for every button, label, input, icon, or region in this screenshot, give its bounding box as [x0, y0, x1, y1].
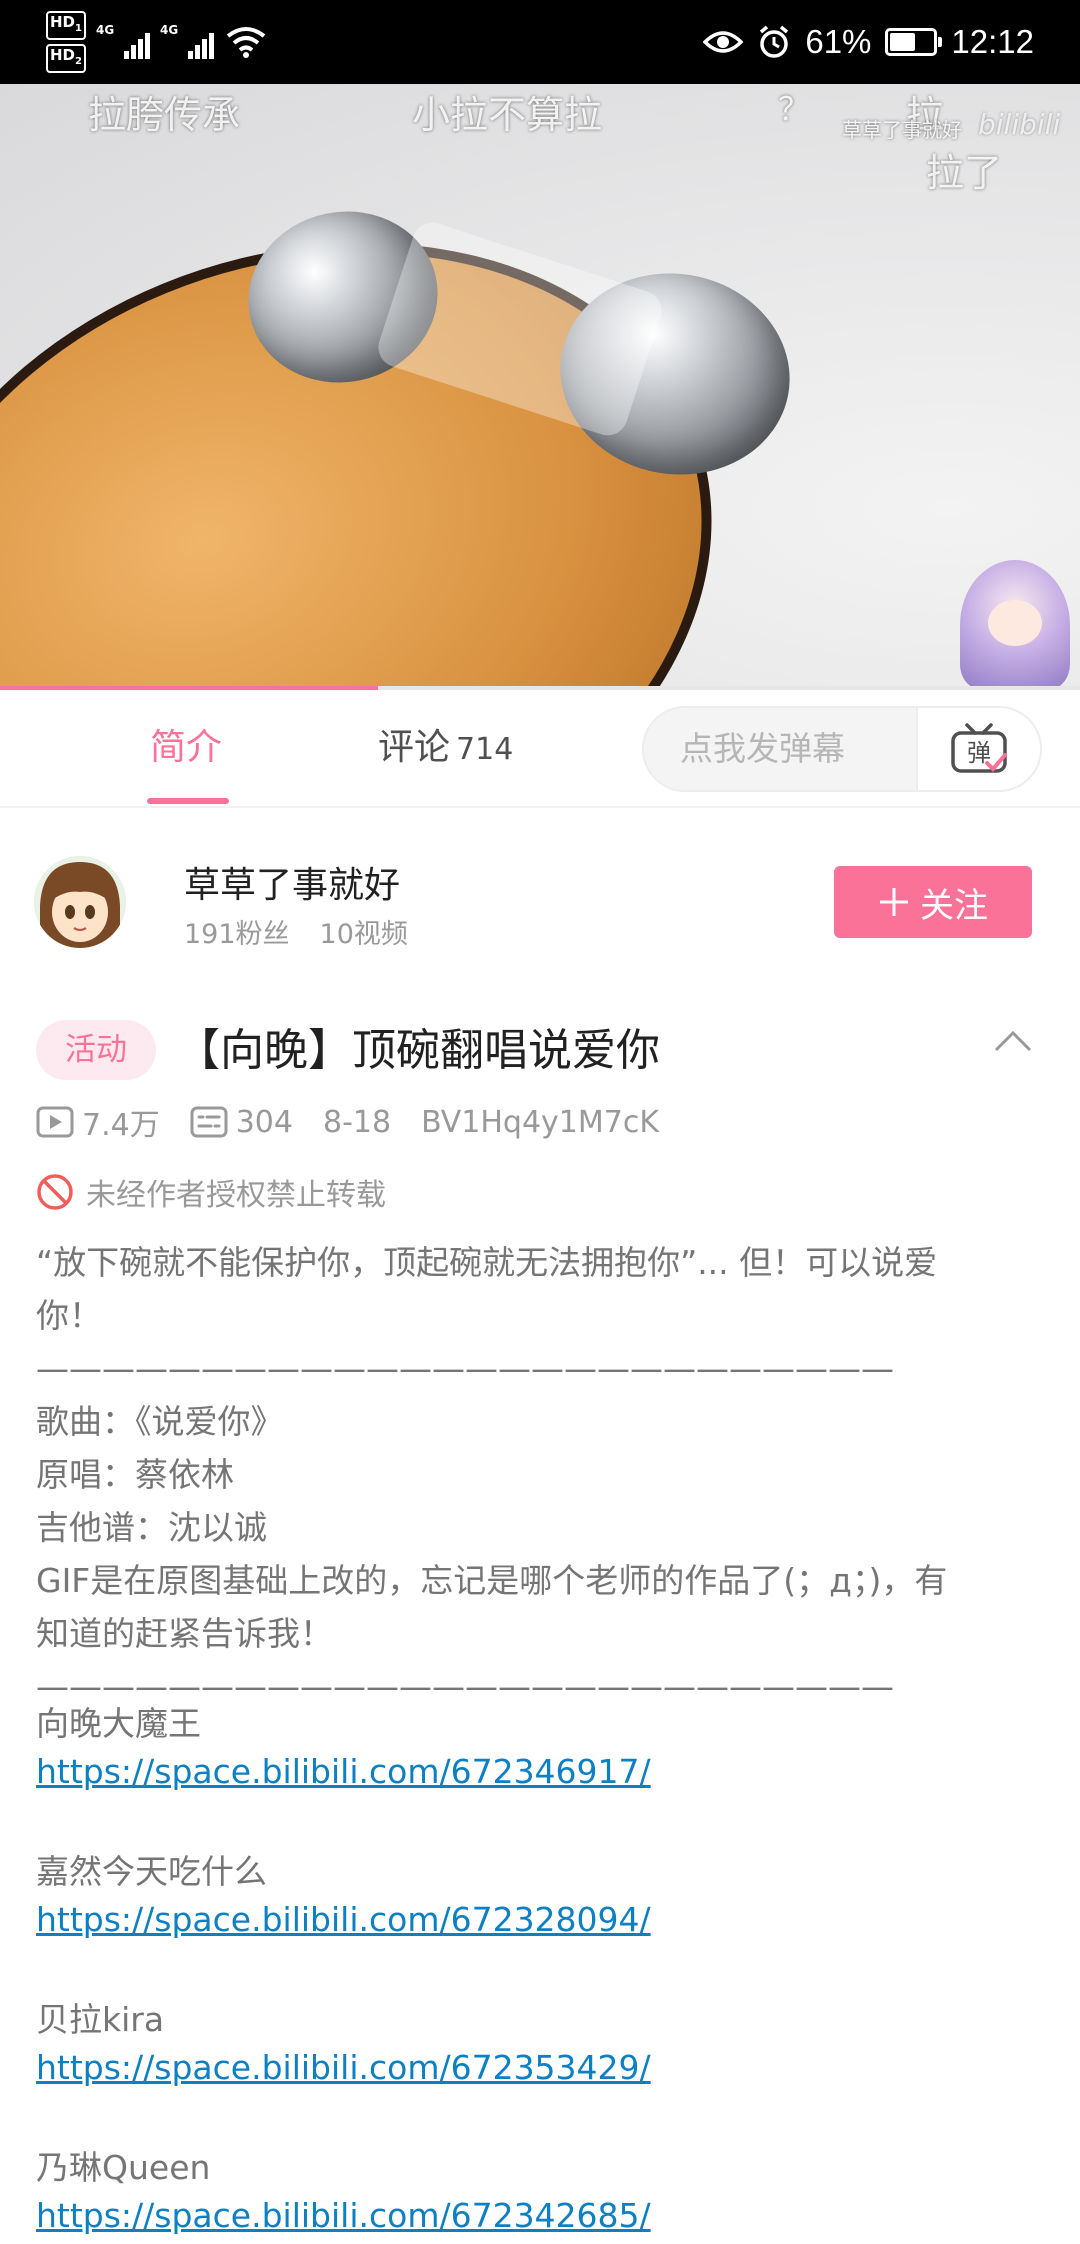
description-divider: —————————————————————————— [36, 1349, 894, 1388]
uploader-fans: 191粉丝 [184, 919, 290, 950]
signal-icon-2: 4G [159, 23, 214, 59]
alarm-icon [760, 25, 789, 58]
description-line: 原唱：蔡依林 [36, 1455, 234, 1494]
activity-tag[interactable]: 活动 [36, 1020, 156, 1080]
member-link[interactable]: https://space.bilibili.com/672342685/ [36, 2196, 651, 2235]
member-link-block: 嘉然今天吃什么 https://space.bilibili.com/67232… [36, 1848, 1046, 1944]
mascot-sticker [960, 560, 1070, 690]
follow-button[interactable]: 关注 [834, 866, 1032, 938]
description-line: 歌曲：《说爱你》 [36, 1402, 284, 1441]
tab-intro-label: 简介 [150, 727, 223, 768]
tab-comments[interactable]: 评论 714 [378, 690, 513, 806]
member-link-block: 向晚大魔王 https://space.bilibili.com/6723469… [36, 1700, 1046, 1796]
hd1-sub: 1 [75, 23, 82, 34]
hd2-label: HD [50, 46, 76, 64]
danmaku-input[interactable]: 点我发弹幕 弹 [642, 706, 1042, 792]
description-line: GIF是在原图基础上改的，忘记是哪个老师的作品了(；д；)，有 [36, 1561, 948, 1600]
hd-indicators: HD1 HD2 [46, 11, 86, 73]
danmaku-toggle-button[interactable]: 弹 [916, 708, 1040, 790]
member-name: 向晚大魔王 [36, 1704, 201, 1743]
uploader-video-count: 10视频 [319, 919, 408, 950]
video-description: “放下碗就不能保护你，顶起碗就无法拥抱你”... 但！可以说爱 你！ —————… [36, 1236, 1046, 1713]
plus-icon [880, 888, 908, 916]
status-bar: HD1 HD2 4G 4G 61% 12:12 [0, 0, 1080, 84]
danmaku-comment: ？ [778, 90, 811, 128]
description-line: “放下碗就不能保护你，顶起碗就无法拥抱你”... 但！可以说爱 [36, 1243, 938, 1282]
uploader-stats: 191粉丝 10视频 [184, 912, 408, 951]
status-left: HD1 HD2 4G 4G [46, 11, 266, 73]
eye-comfort-icon [703, 31, 744, 53]
danmaku-comment: 小拉不算拉 [412, 93, 603, 137]
publish-date: 8-18 [322, 1104, 392, 1140]
tab-comments-label: 评论 [378, 727, 451, 768]
copyright-text: 未经作者授权禁止转载 [86, 1178, 386, 1213]
danmaku-comment: 拉了 [926, 151, 1003, 195]
tab-comments-count: 714 [456, 732, 514, 767]
description-line: 知道的赶紧告诉我！ [36, 1614, 333, 1653]
signal-icon-1: 4G [95, 23, 150, 59]
network-type-1: 4G [95, 23, 115, 37]
view-count-value: 7.4万 [82, 1108, 160, 1143]
danmaku-comment: 拉胯传承 [88, 93, 241, 137]
danmaku-count: 304 [190, 1105, 293, 1140]
hd1-label: HD [50, 13, 76, 31]
battery-percent: 61% [805, 23, 872, 60]
bilibili-watermark: bilibili [978, 108, 1061, 141]
danmaku-count-icon [190, 1106, 228, 1138]
wifi-icon [226, 27, 266, 58]
hd1-badge: HD1 [46, 11, 86, 40]
member-link-block: 乃琳Queen https://space.bilibili.com/67234… [36, 2144, 1046, 2240]
description-line: 吉他谱：沈以诚 [36, 1508, 267, 1547]
member-name: 贝拉kira [36, 2000, 165, 2039]
uploader-avatar[interactable] [34, 856, 126, 948]
copyright-notice: 未经作者授权禁止转载 [36, 1170, 386, 1214]
status-right: 61% 12:12 [703, 0, 1034, 84]
view-count: 7.4万 [36, 1100, 160, 1144]
danmaku-count-value: 304 [235, 1104, 293, 1140]
video-title: 【向晚】顶碗翻唱说爱你 [176, 1025, 660, 1076]
danmaku-icon: 弹 [951, 723, 1007, 773]
prohibited-icon [37, 1174, 73, 1210]
hd2-sub: 2 [75, 56, 82, 67]
member-name: 嘉然今天吃什么 [36, 1852, 267, 1891]
clock: 12:12 [951, 23, 1034, 60]
avatar-image [34, 856, 126, 948]
member-link[interactable]: https://space.bilibili.com/672346917/ [36, 1752, 651, 1791]
hd2-badge: HD2 [46, 44, 86, 73]
video-meta: 7.4万 304 8-18 BV1Hq4y1M7cK [36, 1100, 689, 1144]
play-count-icon [36, 1106, 74, 1138]
uploader-watermark: 草草了事就好 [842, 118, 962, 142]
tab-bar: 简介 评论 714 点我发弹幕 弹 [0, 690, 1080, 808]
member-link[interactable]: https://space.bilibili.com/672353429/ [36, 2048, 651, 2087]
member-link-block: 贝拉kira https://space.bilibili.com/672353… [36, 1996, 1046, 2092]
member-links: 向晚大魔王 https://space.bilibili.com/6723469… [36, 1700, 1046, 2240]
video-player[interactable]: 拉胯传承 小拉不算拉 ？ 拉 拉了 草草了事就好 bilibili [0, 84, 1080, 690]
description-line: 你！ [36, 1296, 102, 1335]
member-name: 乃琳Queen [36, 2148, 211, 2187]
network-type-2: 4G [159, 23, 179, 37]
tab-intro[interactable]: 简介 [150, 690, 222, 806]
member-link[interactable]: https://space.bilibili.com/672328094/ [36, 1900, 651, 1939]
danmaku-input-placeholder: 点我发弹幕 [680, 729, 845, 768]
uploader-name[interactable]: 草草了事就好 [184, 856, 400, 908]
follow-button-label: 关注 [920, 885, 988, 926]
chevron-up-icon[interactable] [994, 1022, 1032, 1060]
tab-active-indicator [147, 798, 229, 804]
bvid: BV1Hq4y1M7cK [421, 1104, 660, 1140]
battery-icon [885, 28, 943, 56]
